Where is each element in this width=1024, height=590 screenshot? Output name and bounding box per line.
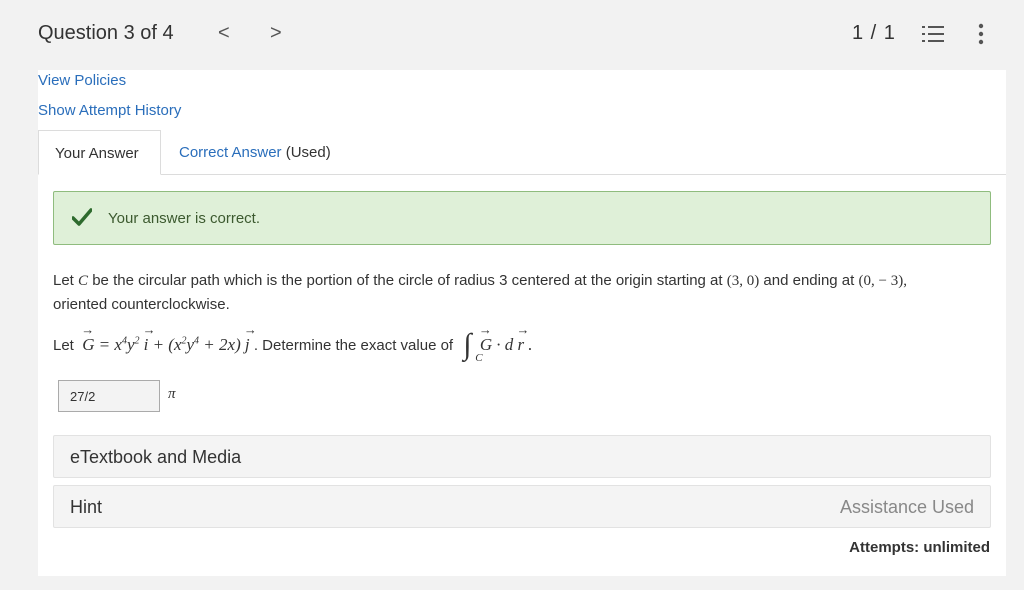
math-var-c: C — [78, 273, 89, 289]
answer-input[interactable]: 27/2 — [58, 380, 160, 412]
integral-sign: ∫ C — [463, 328, 482, 364]
list-icon[interactable] — [922, 24, 944, 44]
integral-symbol: ∫ — [463, 328, 472, 361]
top-bar: Question 3 of 4 < > 1 / 1 — [0, 0, 1024, 70]
answer-tabs: Your Answer Correct Answer (Used) — [38, 130, 1006, 175]
etextbook-media-section[interactable]: eTextbook and Media — [53, 435, 991, 478]
question-panel: View Policies Show Attempt History Your … — [38, 70, 1006, 576]
answer-unit: π — [168, 386, 176, 402]
end-point: (0, − 3), — [858, 273, 907, 289]
start-point: (3, 0) — [726, 273, 760, 289]
formula-part: . — [528, 335, 533, 354]
show-attempt-history-link[interactable]: Show Attempt History — [38, 102, 181, 119]
vector-field-formula: Let G = x4y2 i + (x2y4 + 2x) j . Determi… — [53, 322, 533, 368]
correct-answer-link[interactable]: Correct Answer — [179, 144, 282, 161]
hint-section[interactable]: Hint Assistance Used — [53, 485, 991, 528]
vector-g: G — [479, 322, 492, 355]
question-counter: Question 3 of 4 — [38, 22, 174, 44]
vector-i: i — [143, 322, 155, 355]
question-text-part: oriented counterclockwise. — [53, 296, 230, 313]
etextbook-media-label: eTextbook and Media — [70, 447, 242, 467]
question-text-part: and ending at — [759, 272, 859, 289]
kebab-menu-icon[interactable] — [976, 22, 986, 46]
success-alert: Your answer is correct. — [53, 191, 991, 245]
tab-your-answer[interactable]: Your Answer — [38, 130, 161, 175]
assistance-used-label: Assistance Used — [839, 497, 974, 517]
formula-part: + 2x) — [199, 335, 241, 354]
question-text: Let C be the circular path which is the … — [53, 269, 993, 316]
formula-part: = x — [98, 335, 122, 354]
hint-label: Hint — [70, 497, 103, 517]
vector-j: j — [244, 322, 256, 355]
formula-part: y — [186, 335, 195, 354]
score-display: 1 / 1 — [852, 22, 896, 44]
correct-answer-used-label: (Used) — [285, 144, 331, 161]
tab-correct-answer[interactable]: Correct Answer (Used) — [179, 144, 331, 161]
previous-question-button[interactable]: < — [218, 22, 230, 45]
formula-part: + (x — [152, 335, 182, 354]
view-policies-link[interactable]: View Policies — [38, 72, 126, 89]
success-message: Your answer is correct. — [108, 210, 261, 227]
formula-instruction: . Determine the exact value of — [253, 336, 454, 354]
attempts-info: Attempts: unlimited — [849, 539, 990, 556]
checkmark-icon — [72, 208, 92, 226]
next-question-button[interactable]: > — [270, 22, 282, 45]
vector-r: r — [517, 322, 529, 355]
question-text-part: Let — [53, 272, 79, 289]
formula-let: Let — [53, 336, 74, 354]
question-text-part: be the circular path which is the portio… — [88, 272, 727, 289]
formula-part: · d — [496, 335, 514, 354]
vector-g: G — [81, 322, 94, 355]
exponent: 2 — [134, 335, 140, 347]
